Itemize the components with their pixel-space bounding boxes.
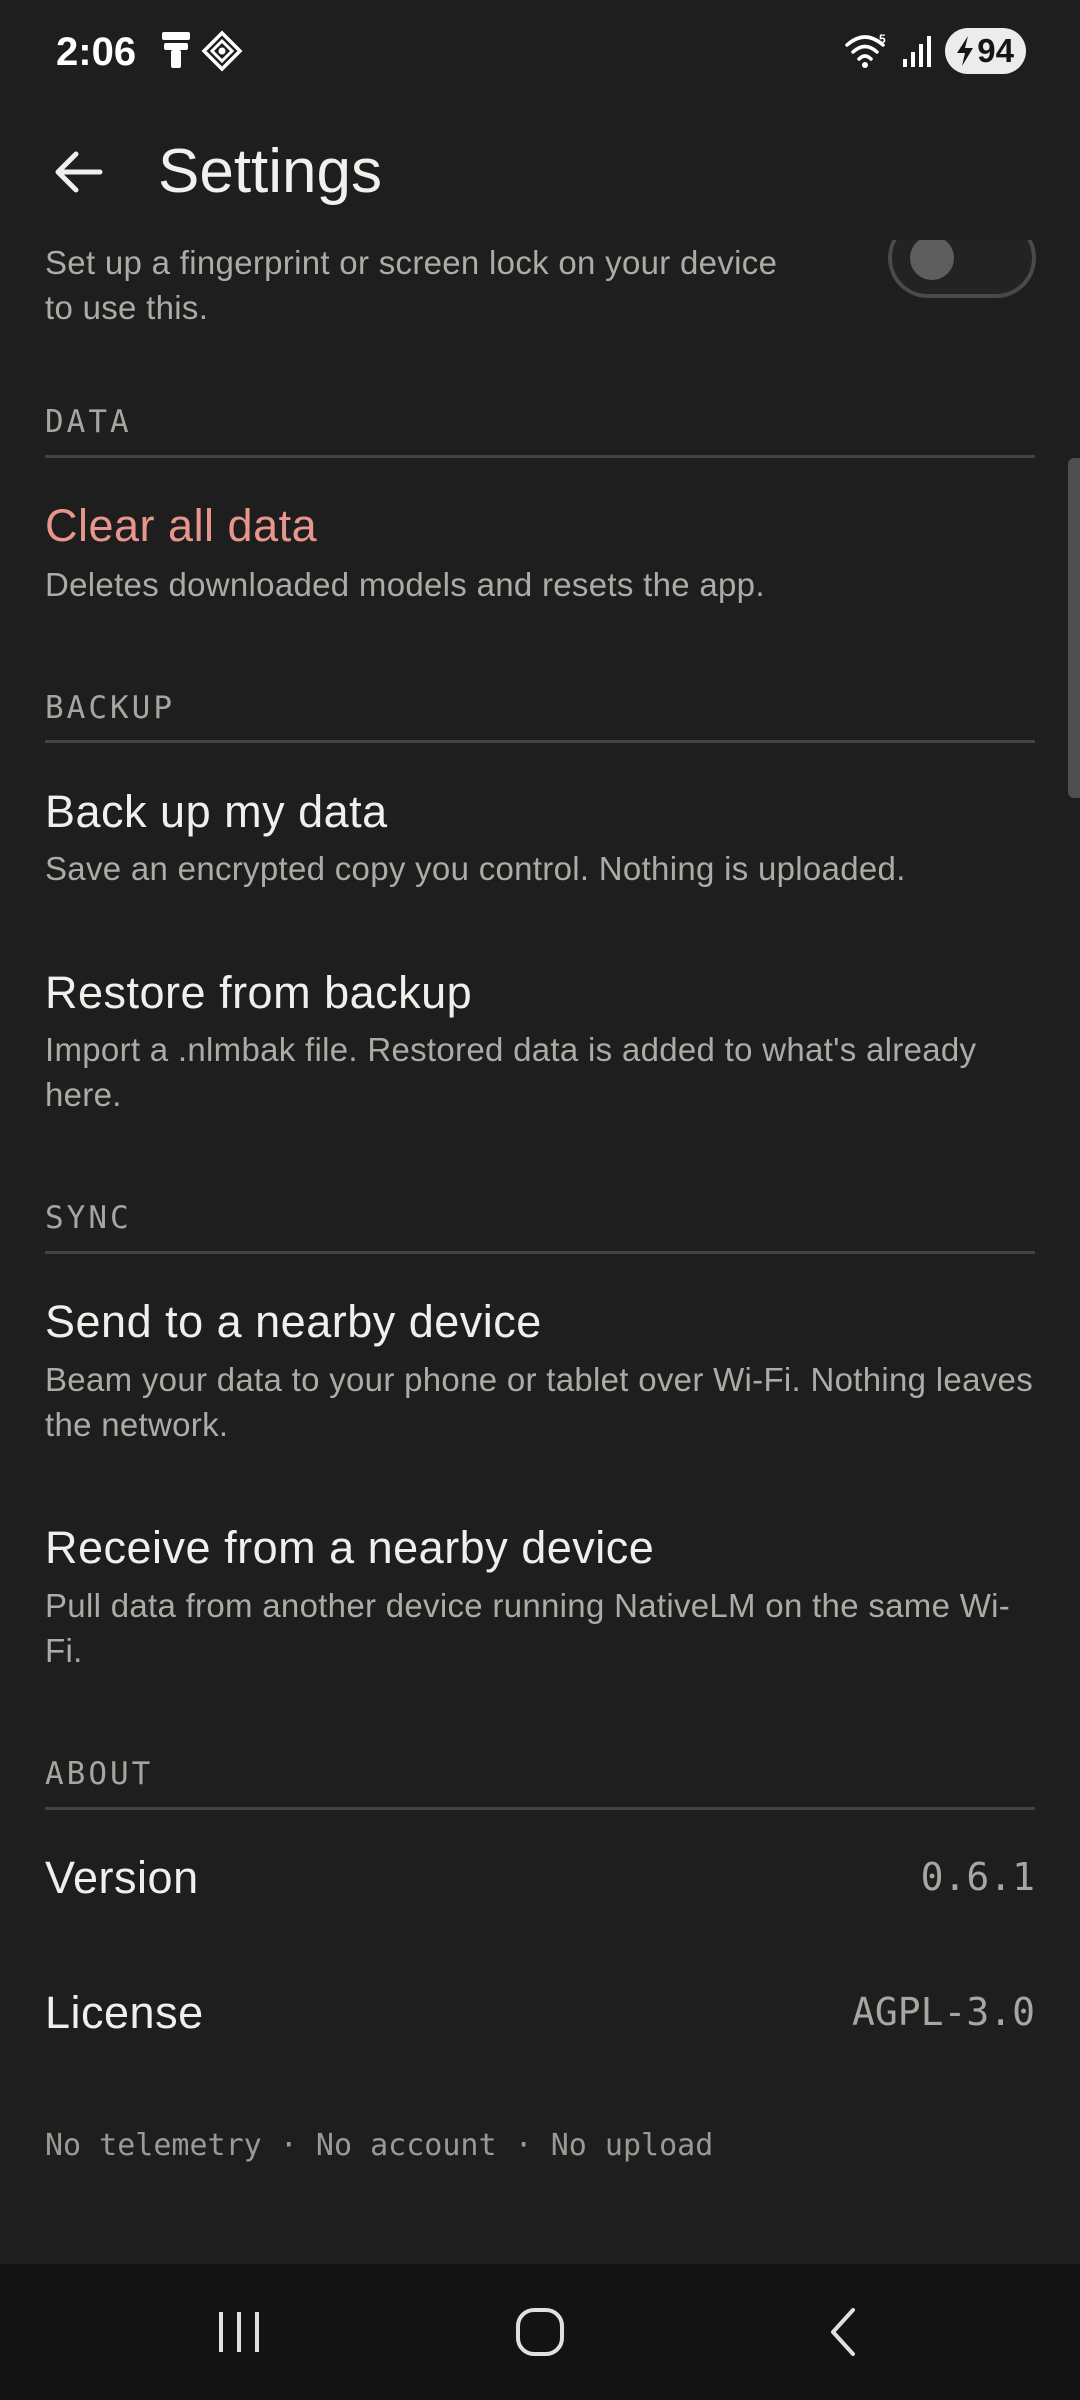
- section-header-sync: SYNC: [45, 1200, 132, 1236]
- status-bar: 2:06 5 94: [0, 0, 1080, 104]
- divider: [45, 740, 1035, 743]
- divider: [45, 1251, 1035, 1254]
- restore-title: Restore from backup: [45, 967, 473, 1018]
- settings-list[interactable]: Set up a fingerprint or screen lock on y…: [0, 0, 1080, 2264]
- back-up-description: Save an encrypted copy you control. Noth…: [45, 850, 906, 887]
- restore-description: Import a .nlmbak file. Restored data is …: [45, 1031, 977, 1113]
- section-header-about: ABOUT: [45, 1756, 154, 1792]
- recent-apps-icon: [219, 2312, 259, 2352]
- home-icon: [516, 2308, 564, 2356]
- wifi-icon: 5: [845, 32, 886, 68]
- screen-lock-description: Set up a fingerprint or screen lock on y…: [45, 244, 778, 326]
- recent-apps-button[interactable]: [184, 2294, 294, 2370]
- battery-indicator: 94: [945, 28, 1026, 74]
- status-icons: 5 94: [843, 28, 1026, 74]
- notification-diamond-icon: [201, 30, 243, 72]
- version-value: 0.6.1: [920, 1855, 1035, 1899]
- divider: [45, 1807, 1035, 1810]
- home-button[interactable]: [485, 2294, 595, 2370]
- section-header-data: DATA: [45, 404, 132, 440]
- license-label: License: [45, 1987, 204, 2038]
- back-button[interactable]: [44, 138, 112, 206]
- back-icon: [831, 2308, 855, 2356]
- clear-all-data-title: Clear all data: [45, 500, 318, 551]
- license-value: AGPL-3.0: [851, 1990, 1035, 2034]
- divider: [45, 455, 1035, 458]
- battery-charging-icon: [957, 36, 974, 66]
- section-header-backup: BACKUP: [45, 690, 175, 726]
- battery-level: 94: [977, 32, 1014, 69]
- send-nearby-title: Send to a nearby device: [45, 1296, 542, 1347]
- wifi-badge: 5: [879, 32, 886, 46]
- receive-nearby-title: Receive from a nearby device: [45, 1522, 655, 1573]
- send-nearby-description: Beam your data to your phone or tablet o…: [45, 1361, 1033, 1443]
- page-title: Settings: [158, 137, 383, 206]
- notification-app-icon: [162, 32, 190, 68]
- system-back-button[interactable]: [788, 2294, 898, 2370]
- status-time: 2:06: [56, 30, 137, 74]
- scrollbar[interactable]: [1068, 458, 1080, 798]
- clear-all-data-description: Deletes downloaded models and resets the…: [45, 566, 765, 603]
- back-up-title: Back up my data: [45, 786, 388, 837]
- navigation-bar: [0, 2264, 1080, 2400]
- signal-icon: [903, 36, 932, 67]
- arrow-left-icon: [55, 151, 103, 193]
- app-bar: Settings: [0, 104, 1080, 240]
- privacy-footer: No telemetry · No account · No upload: [45, 2128, 714, 2163]
- receive-nearby-description: Pull data from another device running Na…: [45, 1587, 1011, 1669]
- toggle-knob: [910, 236, 954, 280]
- version-label: Version: [45, 1852, 199, 1903]
